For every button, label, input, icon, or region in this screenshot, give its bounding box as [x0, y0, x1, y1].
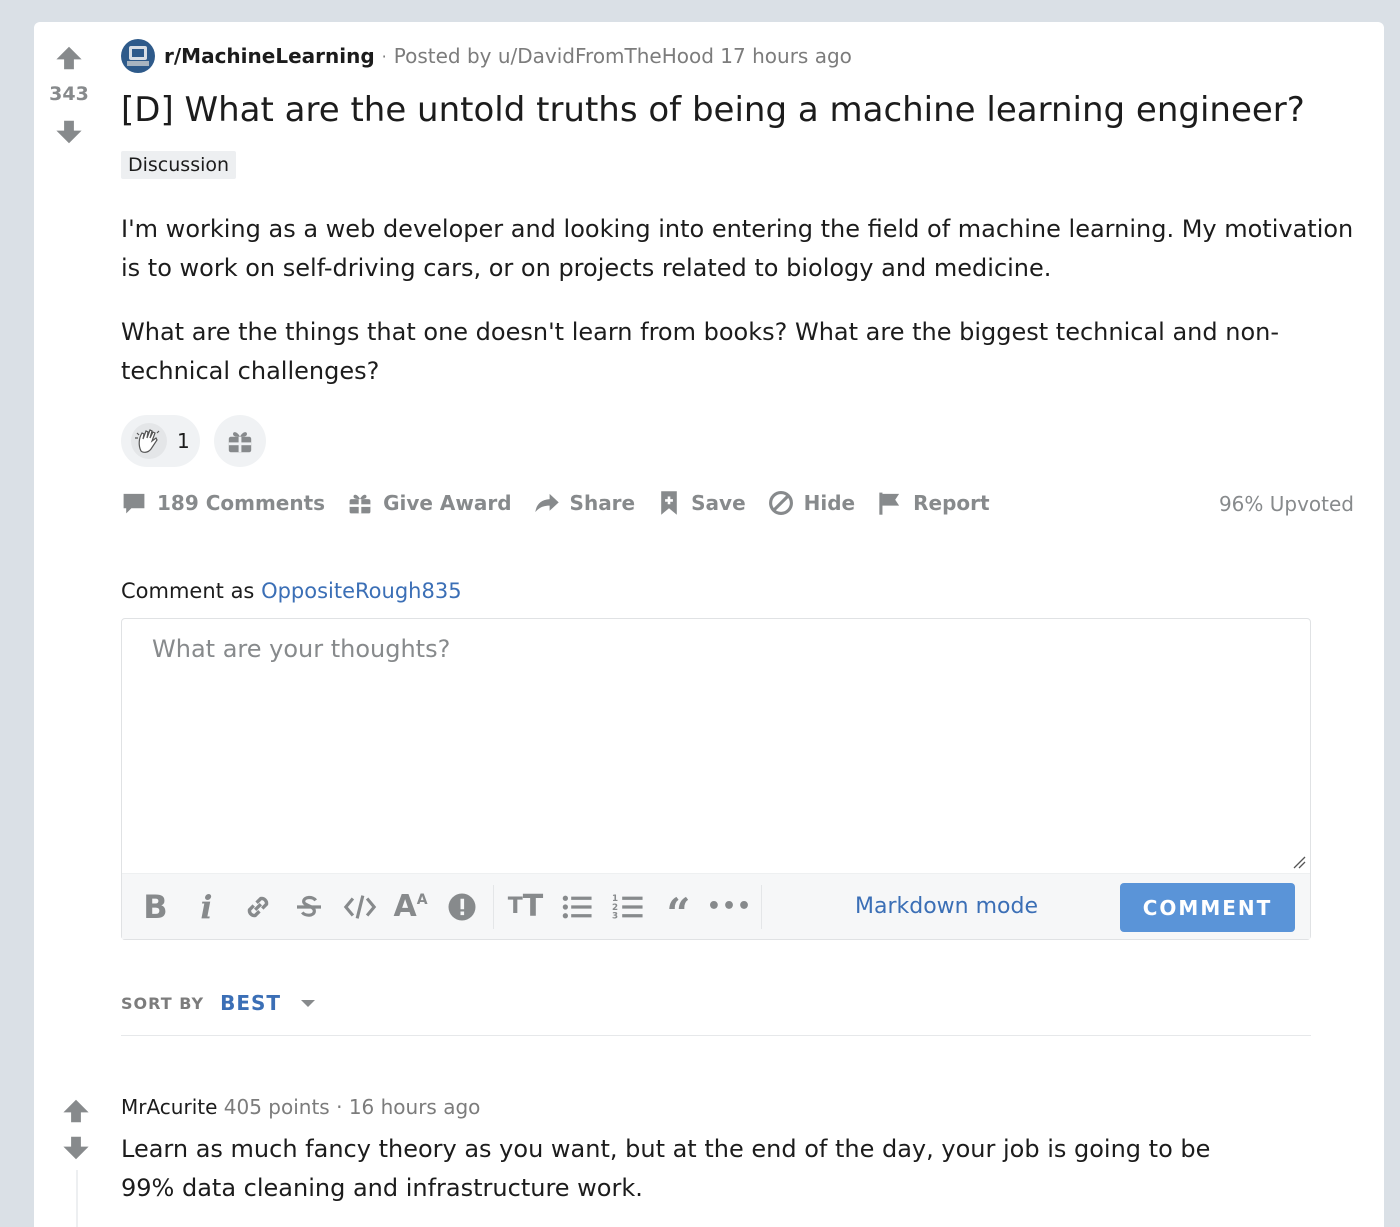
post-paragraph: I'm working as a web developer and looki… — [121, 215, 1354, 282]
resize-handle-icon[interactable] — [1292, 855, 1306, 869]
post-meta: r/MachineLearning · Posted by u/DavidFro… — [121, 39, 852, 73]
save-label: Save — [691, 491, 746, 515]
comment-icon — [123, 493, 145, 514]
give-award-label: Give Award — [383, 491, 512, 515]
thread-line[interactable] — [76, 1170, 78, 1227]
strikethrough-icon[interactable] — [283, 887, 334, 927]
hide-button[interactable]: Hide — [768, 490, 855, 516]
add-award-button[interactable] — [213, 415, 266, 467]
post-title[interactable]: [D] What are the untold truths of being … — [121, 90, 1305, 130]
bold-icon[interactable]: B — [130, 887, 181, 927]
hide-label: Hide — [803, 491, 856, 515]
share-button[interactable]: Share — [534, 490, 636, 516]
downvote-icon[interactable] — [62, 1134, 90, 1162]
comments-button[interactable]: 189 Comments — [121, 490, 325, 516]
meta-separator: · — [336, 1095, 349, 1119]
post-score: 343 — [49, 83, 89, 105]
comment-as: Comment as OppositeRough835 — [121, 579, 462, 603]
comment-as-label: Comment as — [121, 579, 255, 603]
comment-editor: B i AA TT — [121, 618, 1311, 940]
report-label: Report — [913, 491, 990, 515]
comment-body: Learn as much fancy theory as you want, … — [121, 1135, 1211, 1202]
hide-icon — [768, 491, 793, 515]
report-button[interactable]: Report — [877, 490, 990, 516]
bullet-list-icon[interactable] — [551, 887, 602, 927]
sort-label: SORT BY — [121, 993, 205, 1013]
give-award-button[interactable]: Give Award — [347, 490, 512, 516]
upvote-ratio: 96% Upvoted — [1218, 492, 1354, 516]
post-body: I'm working as a web developer and looki… — [121, 210, 1361, 416]
awards-bar: 1 — [121, 415, 266, 467]
quote-icon[interactable]: “ — [653, 887, 704, 934]
sort-value[interactable]: BEST — [220, 991, 281, 1015]
gift-icon — [349, 493, 371, 514]
subreddit-link[interactable]: r/MachineLearning — [164, 44, 375, 68]
save-icon — [661, 491, 677, 515]
save-button[interactable]: Save — [657, 490, 746, 516]
comment-author[interactable]: MrAcurite — [121, 1095, 217, 1119]
meta-separator: · — [381, 46, 387, 66]
award-pill[interactable]: 1 — [121, 415, 200, 467]
post-flair[interactable]: Discussion — [121, 151, 237, 179]
comment-meta: MrAcurite 405 points · 16 hours ago — [121, 1095, 480, 1119]
heading-icon[interactable]: TT — [500, 887, 551, 927]
markdown-mode-button[interactable]: Markdown mode — [855, 894, 1038, 919]
toolbar-divider — [761, 884, 762, 929]
sort-control[interactable]: SORT BY BEST — [121, 991, 317, 1015]
share-icon — [534, 493, 559, 513]
post-paragraph: What are the things that one doesn't lea… — [121, 318, 1280, 385]
comment-textarea[interactable] — [122, 619, 1310, 871]
spoiler-icon[interactable] — [436, 887, 487, 927]
post-actions: 189 Comments Give Award Share Save Hide … — [121, 484, 1354, 522]
divider — [121, 1035, 1311, 1036]
comments-label: 189 Comments — [157, 491, 326, 515]
share-label: Share — [569, 491, 636, 515]
more-icon[interactable]: ••• — [704, 887, 755, 927]
upvote-icon[interactable] — [62, 1097, 90, 1125]
gift-icon — [228, 431, 251, 453]
svg-text:3: 3 — [612, 911, 618, 921]
toolbar-divider — [493, 884, 494, 929]
comment-submit-button[interactable]: COMMENT — [1120, 883, 1295, 932]
editor-toolbar: B i AA TT 1 2 3 “ ••• Markdown mode COMM… — [122, 873, 1310, 939]
report-icon — [879, 492, 900, 515]
post-card: 343 r/MachineLearning · Posted by u/Davi… — [34, 22, 1384, 1227]
italic-icon[interactable]: i — [181, 887, 232, 927]
link-icon[interactable] — [232, 887, 283, 927]
comment-time[interactable]: 16 hours ago — [349, 1095, 481, 1119]
award-count: 1 — [177, 429, 190, 453]
comment-as-username[interactable]: OppositeRough835 — [261, 579, 462, 603]
code-icon[interactable] — [334, 887, 385, 927]
clap-award-icon — [131, 423, 167, 459]
comment-points: 405 points — [223, 1095, 330, 1119]
numbered-list-icon[interactable]: 123 — [602, 887, 653, 927]
subreddit-avatar[interactable] — [121, 39, 155, 73]
caret-down-icon[interactable] — [299, 997, 317, 1009]
posted-by[interactable]: Posted by u/DavidFromTheHood 17 hours ag… — [394, 44, 852, 68]
upvote-icon[interactable] — [55, 44, 83, 72]
superscript-icon[interactable]: AA — [385, 887, 436, 927]
downvote-icon[interactable] — [55, 118, 83, 146]
